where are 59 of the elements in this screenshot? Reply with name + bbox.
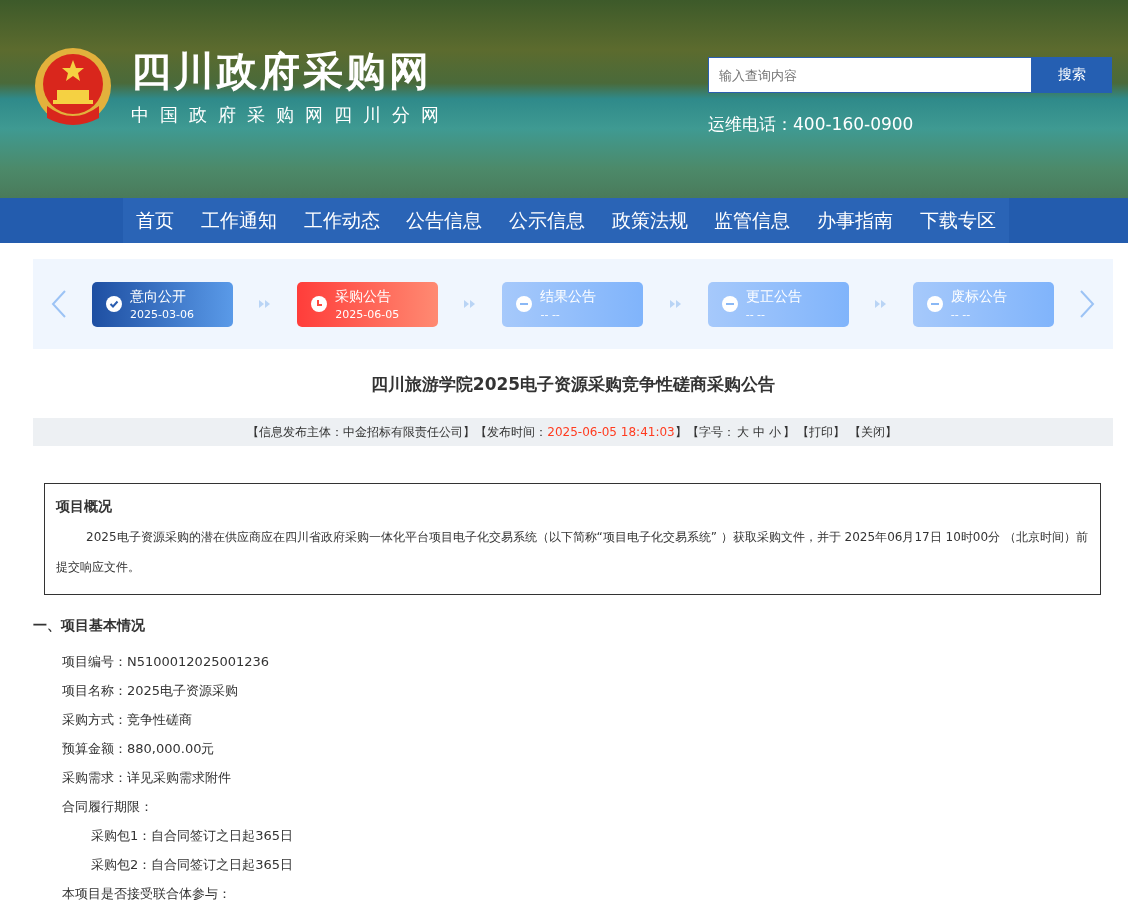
nav-link[interactable]: 工作动态 <box>303 207 380 234</box>
nav-link[interactable]: 政策法规 <box>611 207 688 234</box>
nav-link[interactable]: 工作通知 <box>201 207 277 234</box>
section-heading: 一、项目基本情况 <box>33 617 146 635</box>
double-arrow-icon <box>668 299 683 309</box>
chevron-left-icon[interactable] <box>51 289 67 319</box>
nav-link[interactable]: 办事指南 <box>816 207 893 234</box>
nav-link[interactable]: 公示信息 <box>508 207 585 234</box>
info-line: 采购需求：详见采购需求附件 <box>61 769 232 787</box>
step-label: 采购公告 <box>335 287 393 306</box>
meta-link[interactable]: 【关闭】 <box>848 423 897 441</box>
process-step[interactable]: 采购公告 2025-06-05 <box>297 281 439 327</box>
overview-heading: 项目概况 <box>56 498 113 516</box>
meta-text: 】 <box>782 423 795 441</box>
info-line: 采购包1：自合同签订之日起365日 <box>90 827 295 845</box>
minus-circle-icon <box>721 296 738 312</box>
site-subtitle: 中国政府采购网四川分网 <box>131 103 450 127</box>
step-date: -- -- <box>745 307 767 321</box>
step-date: -- -- <box>540 307 561 321</box>
meta-text: 【发布时间： <box>475 423 548 441</box>
info-line: 预算金额：880,000.00元 <box>61 740 216 758</box>
nav-link[interactable]: 首页 <box>136 207 175 234</box>
step-label: 意向公开 <box>130 287 188 306</box>
info-line: 采购方式：竞争性磋商 <box>61 711 193 729</box>
step-date: 2025-06-05 <box>335 307 400 321</box>
chevron-right-icon[interactable] <box>1078 289 1095 319</box>
search-field[interactable]: 输入查询内容 <box>708 57 1032 93</box>
meta-text: 2025-06-05 18:41:03 <box>547 425 675 439</box>
step-label: 结果公告 <box>540 287 597 306</box>
info-line: 项目名称：2025电子资源采购 <box>61 682 240 700</box>
info-line: 合同履行期限： <box>61 798 154 816</box>
step-date: 2025-03-06 <box>130 307 195 321</box>
info-line: 本项目是否接受联合体参与： <box>61 885 232 903</box>
minus-circle-icon <box>926 296 943 312</box>
clock-icon <box>311 296 328 312</box>
site-title: 四川政府采购网 <box>131 47 433 96</box>
meta-text: 】【字号： <box>674 423 735 441</box>
step-date: -- -- <box>950 307 972 321</box>
step-label: 更正公告 <box>745 287 802 306</box>
overview-text: 2025电子资源采购的潜在供应商应在四川省政府采购一体化平台项目电子化交易系统（以下简称“项目电子化交易系统” ）获取采购文件，并于 2025年06月17日 10时00分 （北京时间）前提交响应文件。 <box>56 529 1089 576</box>
emblem-icon <box>33 45 113 126</box>
article-title: 四川旅游学院2025电子资源采购竞争性磋商采购公告 <box>369 373 777 396</box>
meta-link[interactable]: 【打印】 <box>796 423 845 441</box>
meta-text: 【信息发布主体：中金招标有限责任公司】 <box>247 423 476 441</box>
hotline-text: 运维电话：400-160-0900 <box>708 113 915 136</box>
nav-link[interactable]: 监管信息 <box>714 207 791 234</box>
process-step[interactable]: 意向公开 2025-03-06 <box>92 281 234 327</box>
meta-link[interactable]: 中 <box>752 423 765 441</box>
step-label: 废标公告 <box>950 287 1007 306</box>
info-line: 项目编号：N5100012025001236 <box>61 653 271 671</box>
search-button[interactable]: 搜索 <box>1032 57 1112 93</box>
double-arrow-icon <box>873 299 888 309</box>
meta-link[interactable]: 小 <box>768 423 781 441</box>
minus-circle-icon <box>516 296 533 312</box>
nav-link[interactable]: 下载专区 <box>919 207 996 234</box>
meta-link[interactable]: 大 <box>736 423 749 441</box>
info-line: 采购包2：自合同签订之日起365日 <box>90 856 295 874</box>
check-circle-icon <box>106 296 123 312</box>
nav-link[interactable]: 公告信息 <box>406 207 483 234</box>
